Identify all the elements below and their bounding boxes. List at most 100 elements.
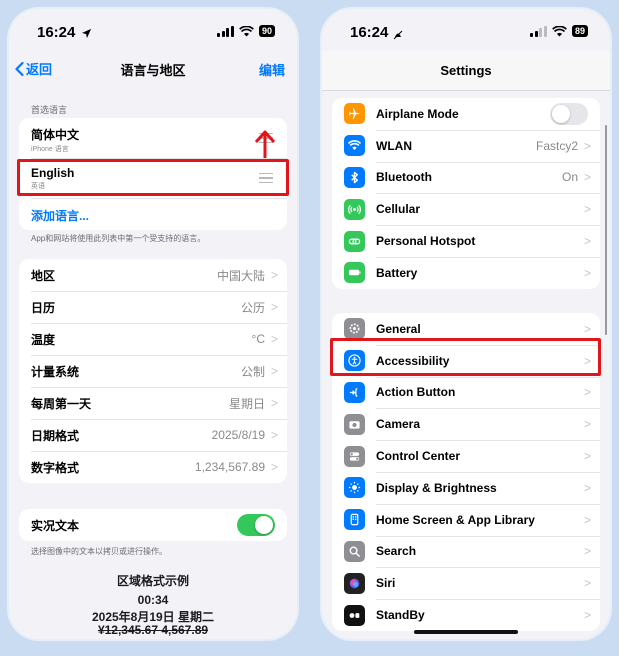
bluetooth-icon <box>344 166 365 188</box>
row-value: 公历 <box>240 300 265 315</box>
row-label: Airplane Mode <box>376 106 459 121</box>
preferred-languages-header: 首选语言 <box>31 105 68 115</box>
languages-footnote: App和网站将使用此列表中第一个受支持的语言。 <box>31 234 206 243</box>
settings-row-control-center[interactable]: Control Center > <box>332 440 600 472</box>
chevron-right-icon: > <box>583 138 591 153</box>
settings-row-standby[interactable]: StandBy > <box>332 599 600 631</box>
settings-row-action-button[interactable]: Action Button > <box>332 376 600 409</box>
settings-row-cellular[interactable]: Cellular > <box>332 193 600 225</box>
language-name: 简体中文 <box>31 128 80 142</box>
chevron-right-icon: > <box>583 170 591 185</box>
row-label: 地区 <box>31 268 56 283</box>
brightness-icon <box>344 477 365 499</box>
row-label: Action Button <box>376 385 456 400</box>
chevron-right-icon: > <box>583 417 591 432</box>
highlight-box <box>17 159 289 196</box>
temperature-row[interactable]: 温度 °C > <box>19 323 287 355</box>
language-subtitle: iPhone 语言 <box>31 146 69 153</box>
row-label: General <box>376 321 421 336</box>
chevron-right-icon: > <box>583 265 591 280</box>
settings-row-bluetooth[interactable]: Bluetooth On > <box>332 161 600 194</box>
language-row-chinese[interactable]: 简体中文 iPhone 语言 <box>19 118 287 158</box>
location-arrow-icon <box>81 26 92 44</box>
chevron-right-icon: > <box>583 608 591 623</box>
chevron-right-icon: > <box>270 460 278 474</box>
language-region-screen: 16:24 90 返回 语言与地区 编辑 首选语言 简体中文 iPhone 语言… <box>9 9 297 639</box>
live-text-row: 实况文本 <box>19 509 287 541</box>
region-row[interactable]: 地区 中国大陆 > <box>19 259 287 291</box>
airplane-mode-toggle[interactable] <box>550 102 588 125</box>
row-label: Camera <box>376 417 421 432</box>
calendar-row[interactable]: 日历 公历 > <box>19 291 287 323</box>
home-indicator[interactable] <box>414 630 518 634</box>
live-text-footnote: 选择图像中的文本以拷贝或进行操作。 <box>31 547 167 556</box>
battery-icon <box>344 262 365 284</box>
gear-icon <box>344 318 365 340</box>
sample-numbers: ¥12,345.67 4,567.89 <box>97 623 209 637</box>
wifi-status-icon <box>239 25 254 37</box>
chevron-right-icon: > <box>583 321 591 336</box>
chevron-right-icon: > <box>270 396 278 410</box>
signal-icon <box>530 25 547 37</box>
settings-row-search[interactable]: Search > <box>332 535 600 568</box>
sample-title: 区域格式示例 <box>116 574 189 588</box>
status-time: 16:24 <box>37 24 76 41</box>
settings-row-personal-hotspot[interactable]: Personal Hotspot > <box>332 225 600 257</box>
home-screen-icon <box>344 509 365 531</box>
row-label: 计量系统 <box>31 364 80 379</box>
chevron-right-icon: > <box>270 332 278 346</box>
settings-row-camera[interactable]: Camera > <box>332 408 600 440</box>
row-label: Siri <box>376 576 396 591</box>
measurement-row[interactable]: 计量系统 公制 > <box>19 355 287 387</box>
first-weekday-row[interactable]: 每周第一天 星期日 > <box>19 387 287 419</box>
row-value: 公制 <box>240 364 265 379</box>
chevron-right-icon: > <box>270 300 278 314</box>
number-format-row[interactable]: 数字格式 1,234,567.89 > <box>19 451 287 483</box>
settings-row-battery[interactable]: Battery > <box>332 256 600 289</box>
live-text-toggle[interactable] <box>237 514 275 536</box>
row-label: Battery <box>376 265 418 280</box>
nav-bar: Settings <box>322 51 610 91</box>
settings-row-siri[interactable]: Siri > <box>332 567 600 599</box>
chevron-right-icon: > <box>583 512 591 527</box>
chevron-right-icon: > <box>583 202 591 217</box>
row-label: Personal Hotspot <box>376 234 476 249</box>
status-bar: 16:24 89 <box>322 9 610 51</box>
page-title: 语言与地区 <box>120 63 186 78</box>
arrow-up-icon <box>254 130 276 158</box>
scroll-indicator[interactable] <box>604 125 607 335</box>
row-value: 1,234,567.89 <box>194 460 265 474</box>
edit-button[interactable]: 编辑 <box>259 60 285 79</box>
settings-row-airplane-mode[interactable]: Airplane Mode <box>332 98 600 130</box>
row-value: On <box>561 170 578 185</box>
row-label: Home Screen & App Library <box>376 512 535 527</box>
chevron-right-icon: > <box>583 576 591 591</box>
chevron-right-icon: > <box>583 385 591 400</box>
wifi-icon <box>344 135 365 157</box>
nav-bar: 返回 语言与地区 编辑 <box>9 51 297 85</box>
chevron-right-icon: > <box>270 268 278 282</box>
row-label: Control Center <box>376 449 460 464</box>
standby-icon <box>344 604 365 626</box>
page-title: Settings <box>440 63 492 78</box>
date-format-row[interactable]: 日期格式 2025/8/19 > <box>19 419 287 451</box>
row-label: Bluetooth <box>376 170 432 185</box>
settings-row-wlan[interactable]: WLAN Fastcy2 > <box>332 129 600 162</box>
wifi-status-icon <box>552 25 567 37</box>
row-label: 每周第一天 <box>31 396 92 411</box>
chevron-right-icon: > <box>583 449 591 464</box>
add-language-button[interactable]: 添加语言... <box>19 198 287 230</box>
settings-row-home-screen[interactable]: Home Screen & App Library > <box>332 503 600 536</box>
action-button-icon <box>344 381 365 403</box>
chevron-right-icon: > <box>583 234 591 249</box>
hotspot-icon <box>344 230 365 252</box>
row-label: Display & Brightness <box>376 480 497 495</box>
control-center-icon <box>344 445 365 467</box>
settings-row-display-brightness[interactable]: Display & Brightness > <box>332 471 600 504</box>
row-label: 数字格式 <box>31 460 80 475</box>
status-bar: 16:24 90 <box>9 9 297 51</box>
siri-icon <box>344 572 365 594</box>
battery-status-icon: 90 <box>258 25 275 37</box>
row-label: StandBy <box>376 608 425 623</box>
row-label: 日历 <box>31 300 56 315</box>
